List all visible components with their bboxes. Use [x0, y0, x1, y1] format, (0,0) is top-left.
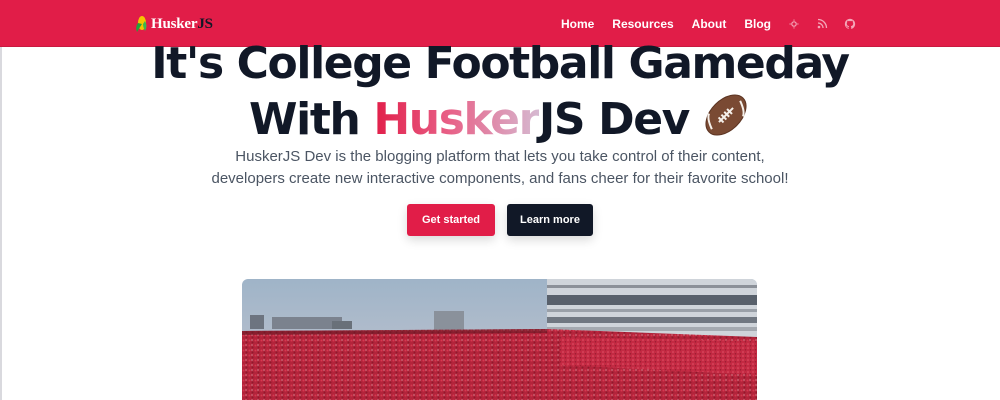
nav-link-home[interactable]: Home [552, 17, 603, 31]
football-icon [705, 94, 747, 136]
hero-buttons: Get started Learn more [0, 204, 1000, 236]
learn-more-button[interactable]: Learn more [507, 204, 593, 236]
github-icon[interactable] [836, 10, 864, 38]
hero-subtitle: HuskerJS Dev is the blogging platform th… [211, 148, 789, 187]
corn-logo-icon [136, 16, 147, 32]
hero-title-line2: With HuskerJS Dev [0, 90, 1000, 146]
brand-logo-link[interactable]: HuskerJS [134, 14, 213, 34]
brand-name: HuskerJS [151, 15, 213, 32]
rss-icon[interactable] [808, 10, 836, 38]
hero-title-highlight: Husker [373, 94, 539, 145]
hero-title: It's College Football Gameday With Huske… [0, 38, 1000, 146]
hero-title-line1: It's College Football Gameday [151, 38, 850, 89]
stadium-hero-image [242, 279, 757, 400]
nav-link-blog[interactable]: Blog [735, 17, 780, 31]
nav-link-about[interactable]: About [683, 17, 736, 31]
get-started-button[interactable]: Get started [407, 204, 495, 236]
theme-toggle-icon[interactable] [780, 10, 808, 38]
nav-link-resources[interactable]: Resources [603, 17, 682, 31]
